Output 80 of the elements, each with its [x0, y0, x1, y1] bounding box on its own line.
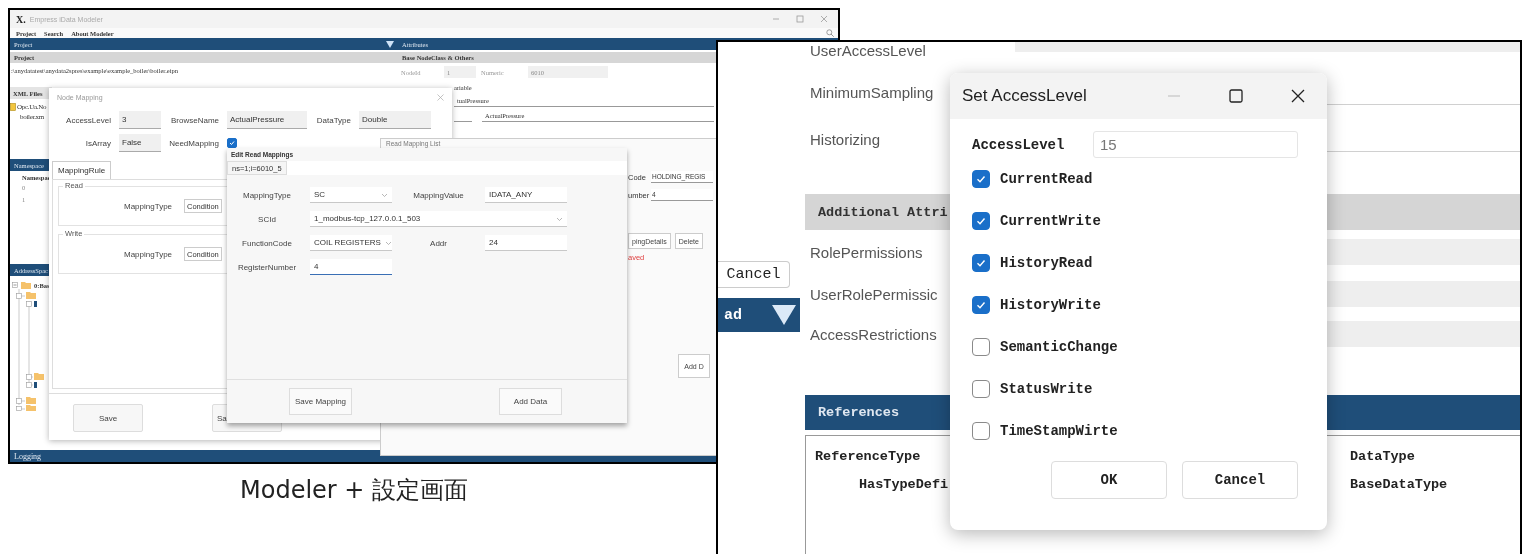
chevron-icon [556, 215, 563, 222]
field-label: AccessLevel [65, 115, 111, 125]
checkmark-icon [975, 173, 987, 185]
text-field[interactable]: 15 [1093, 131, 1298, 158]
close-icon[interactable] [1291, 89, 1305, 103]
field-label: NeedMapping [169, 138, 219, 148]
cancel-button[interactable]: Cancel [1182, 461, 1298, 499]
checkbox-label: TimeStampWirte [1000, 423, 1118, 439]
panel-title: ad [724, 306, 742, 324]
dialog-title: Set AccessLevel [962, 86, 1087, 106]
checkbox-label: CurrentWrite [1000, 213, 1101, 229]
dropdown[interactable]: SC [310, 187, 392, 203]
text-field[interactable]: 4 [310, 259, 392, 275]
checkmark-icon [975, 299, 987, 311]
folder-icon [21, 281, 31, 289]
save-button[interactable]: Save [73, 404, 143, 432]
table-cell-text: HasTypeDefi [858, 476, 949, 492]
checkmark-icon [229, 140, 235, 146]
checkbox[interactable] [972, 254, 990, 272]
status-text: Logging [14, 451, 42, 461]
field-label: MappingType [124, 201, 173, 211]
checkbox[interactable] [972, 380, 990, 398]
field-label: FunctionCode [241, 238, 293, 248]
chevron-icon [381, 191, 388, 198]
field-label: RegisterNumber [236, 262, 298, 272]
checkbox[interactable] [972, 338, 990, 356]
field-label: MappingValue [412, 190, 465, 200]
text-field[interactable]: False [119, 134, 161, 152]
chevron-icon [384, 239, 392, 246]
field-label: RolePermissions [810, 243, 923, 261]
field-label: Historizing [810, 130, 881, 148]
checkmark-icon [975, 215, 987, 227]
section-title: Additional Attri [818, 204, 948, 220]
field-label: UserRolePermissic [810, 285, 938, 303]
checkbox-label: CurrentRead [1000, 171, 1093, 187]
action-button[interactable]: Save Mapping [289, 388, 352, 415]
checkbox-label: HistoryWrite [1000, 297, 1101, 313]
tab[interactable]: MappingRule [52, 161, 112, 179]
text-field[interactable] [1015, 42, 1520, 52]
text-field[interactable]: 3 [119, 111, 161, 129]
panel-title: References [818, 405, 899, 420]
slide-caption: Modeler + 設定画面 [240, 476, 469, 504]
checkbox[interactable] [972, 296, 990, 314]
field-label: AccessRestrictions [810, 325, 937, 343]
text-field[interactable]: ActualPressure [227, 111, 307, 129]
field-label: SCId [257, 214, 277, 224]
ok-button[interactable]: OK [1051, 461, 1167, 499]
text-field[interactable]: 24 [485, 235, 567, 251]
field-label: BrowseName [170, 115, 219, 125]
field-label: DataType [315, 115, 351, 125]
filter-icon[interactable] [772, 305, 796, 325]
field-label: MinimumSampling [810, 83, 934, 101]
column-header: DataType [1349, 448, 1415, 464]
checkmark-icon [975, 257, 987, 269]
collapse-icon[interactable] [12, 282, 18, 288]
field-label: Addr [429, 238, 448, 248]
cancel-button[interactable]: Cancel [718, 261, 790, 288]
text-field[interactable]: Double [359, 111, 431, 129]
checkbox-label: StatusWrite [1000, 381, 1093, 397]
column-header: ReferenceType [814, 448, 921, 464]
checkbox[interactable] [972, 422, 990, 440]
app-logo: X. [16, 13, 26, 25]
field-label: MappingType [242, 190, 292, 200]
dropdown[interactable]: 1_modbus-tcp_127.0.0.1_503 [310, 211, 567, 227]
action-button[interactable]: Add Data [499, 388, 562, 415]
dropdown[interactable]: COIL REGISTERS [310, 235, 392, 251]
field-label: IsArray [84, 138, 111, 148]
maximize-icon[interactable] [1229, 89, 1243, 103]
table-cell-text: BaseDataType [1349, 476, 1448, 492]
field-label: UserAccessLevel [810, 42, 926, 59]
text-field[interactable]: IDATA_ANY [485, 187, 567, 203]
checkbox-label: HistoryRead [1000, 255, 1093, 271]
checkbox[interactable] [972, 212, 990, 230]
checkbox-label: SemanticChange [1000, 339, 1118, 355]
checkbox[interactable] [972, 170, 990, 188]
file-icon [10, 103, 16, 111]
field-label: MappingType [124, 249, 173, 259]
field-label: AccessLevel [972, 136, 1066, 153]
search-icon[interactable] [826, 29, 834, 37]
filter-icon[interactable] [386, 40, 394, 48]
